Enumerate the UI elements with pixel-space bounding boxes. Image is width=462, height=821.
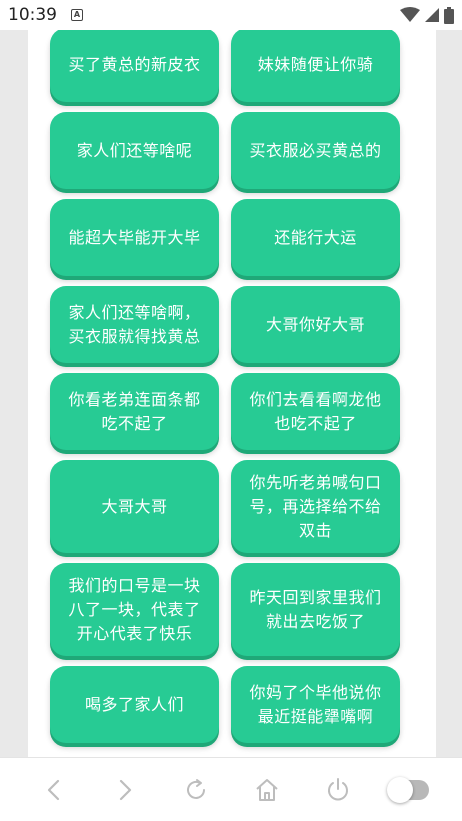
a-icon: A (71, 9, 83, 21)
phrase-button[interactable]: 家人们还等啥呢 (50, 112, 219, 189)
status-icons (400, 6, 454, 24)
power-icon (327, 777, 348, 800)
webview-frame: 买了黄总的新皮衣 妹妹随便让你骑 家人们还等啥呢 买衣服必买黄总的 能超大毕能开… (0, 30, 462, 760)
home-icon (255, 778, 278, 801)
phrase-button[interactable]: 你们去看看啊龙他也吃不起了 (231, 373, 400, 450)
refresh-button[interactable] (176, 770, 216, 810)
phrase-button[interactable]: 买衣服必买黄总的 (231, 112, 400, 189)
phrase-button[interactable]: 我们的口号是一块八了一块，代表了开心代表了快乐 (50, 563, 219, 656)
phrase-button[interactable]: 还能行大运 (231, 199, 400, 276)
phrase-button[interactable]: 喝多了家人们 (50, 666, 219, 743)
power-button[interactable] (318, 770, 358, 810)
wifi-icon (400, 7, 420, 22)
phrase-button[interactable]: 你先听老弟喊句口号，再选择给不给双击 (231, 460, 400, 553)
phrase-button[interactable]: 买了黄总的新皮衣 (50, 30, 219, 102)
phrase-button[interactable]: 大哥大哥 (50, 460, 219, 553)
battery-icon (444, 6, 454, 24)
phrase-button[interactable]: 你看老弟连面条都吃不起了 (50, 373, 219, 450)
content-card: 买了黄总的新皮衣 妹妹随便让你骑 家人们还等啥呢 买衣服必买黄总的 能超大毕能开… (28, 30, 436, 760)
forward-icon (119, 779, 131, 800)
toggle-track (386, 776, 429, 803)
browser-nav-bar (0, 757, 462, 821)
phrase-button[interactable]: 能超大毕能开大毕 (50, 199, 219, 276)
phrase-grid: 买了黄总的新皮衣 妹妹随便让你骑 家人们还等啥呢 买衣服必买黄总的 能超大毕能开… (50, 30, 400, 743)
forward-button[interactable] (105, 770, 145, 810)
home-button[interactable] (247, 770, 287, 810)
status-time: 10:39 (8, 5, 57, 25)
back-button[interactable] (34, 770, 74, 810)
phrase-button[interactable]: 家人们还等啥啊，买衣服就得找黄总 (50, 286, 219, 363)
refresh-icon (186, 778, 205, 799)
status-bar: 10:39 A (0, 0, 462, 30)
phrase-button[interactable]: 你妈了个毕他说你最近挺能犟嘴啊 (231, 666, 400, 743)
back-icon (47, 779, 59, 800)
phrase-button[interactable]: 大哥你好大哥 (231, 286, 400, 363)
phrase-button[interactable]: 妹妹随便让你骑 (231, 30, 400, 102)
phrase-button[interactable]: 昨天回到家里我们就出去吃饭了 (231, 563, 400, 656)
cell-signal-icon (425, 8, 439, 22)
toggle-knob (386, 776, 413, 803)
toggle-switch[interactable] (386, 770, 429, 810)
